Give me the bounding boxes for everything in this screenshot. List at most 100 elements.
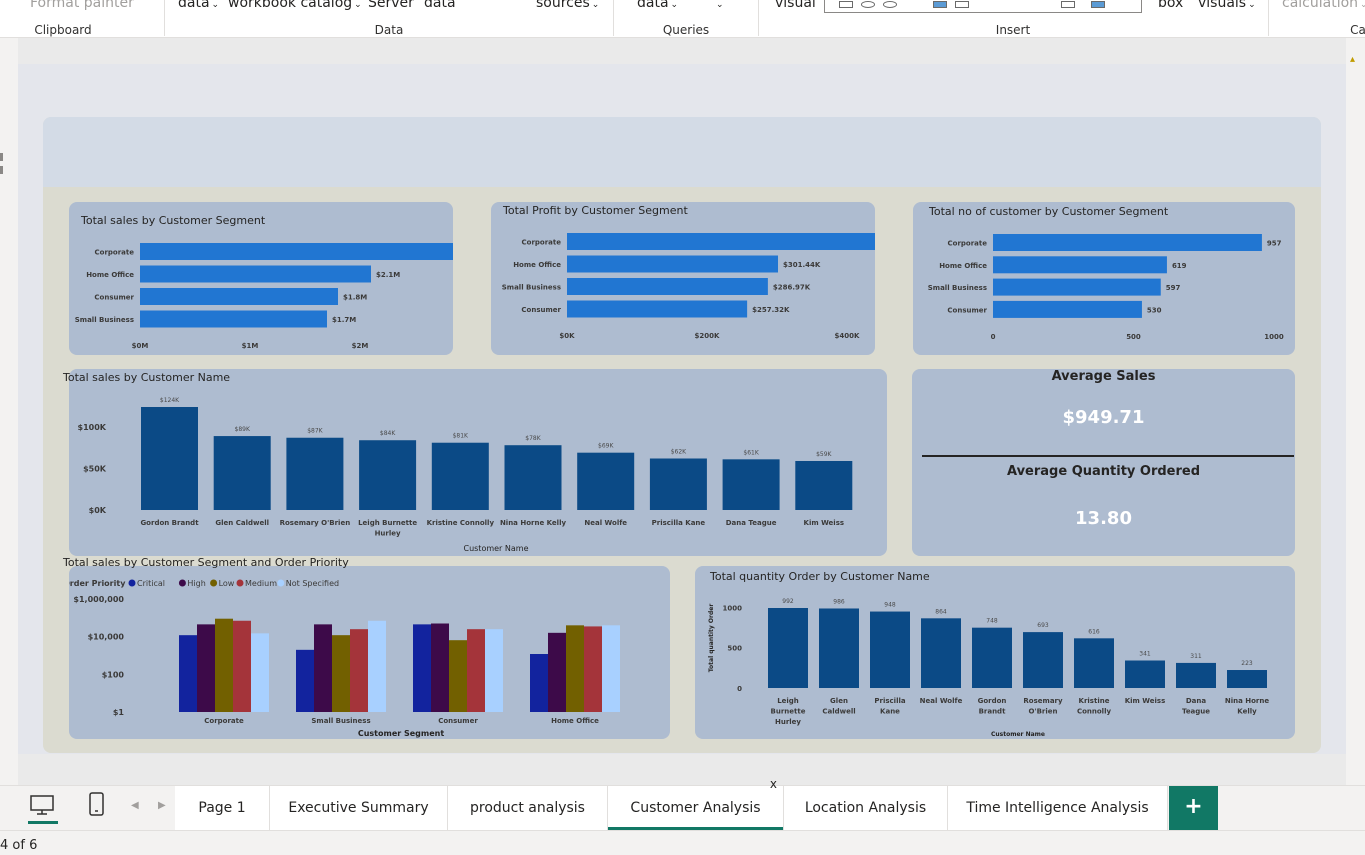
ribbon-button-visuals[interactable]: visuals ⌄	[1198, 0, 1256, 11]
ribbon-button-format-painter[interactable]: Format painter	[30, 0, 134, 11]
profit-by-segment-chart[interactable]: Corporate$466.71KHome Office$301.44KSmal…	[491, 202, 937, 355]
data-label: $89K	[235, 426, 251, 433]
ribbon-group-queries: Queries	[662, 23, 710, 37]
tab-label: Customer Analysis	[630, 800, 761, 816]
ribbon-button-dropdown[interactable]: ⌄	[714, 0, 724, 11]
bar	[359, 440, 417, 510]
ribbon-button-visual[interactable]: visual	[775, 0, 816, 11]
category-label-line: Kristine Connolly	[427, 519, 495, 527]
card-kpis[interactable]: Average Sales $949.71 Average Quantity O…	[912, 369, 1295, 556]
sales-by-customer-chart[interactable]: $0K $50K $100K $124K Gordon Brandt $89K Glen C…	[62, 369, 887, 556]
category-label-line: Rosemary O'Brien	[280, 519, 351, 527]
add-page-button[interactable]: +	[1169, 786, 1218, 830]
data-label: 992	[782, 598, 794, 605]
tab-time-intelligence-analysis[interactable]: Time Intelligence Analysis	[948, 786, 1168, 830]
bar	[449, 640, 467, 712]
sales-by-segment-priority-chart[interactable]: Order Priority Critical High Low Medium Not S…	[62, 566, 670, 739]
category-label: Rosemary O'Brien	[280, 519, 351, 527]
ribbon-button-sources[interactable]: sources ⌄	[536, 0, 599, 11]
tab-page-1[interactable]: Page 1	[175, 786, 270, 830]
bar	[1125, 660, 1165, 688]
scroll-right-icon[interactable]: ▶	[158, 800, 166, 811]
pane-collapse-icon[interactable]: ▴	[1350, 54, 1355, 65]
ribbon-button-data[interactable]: data ⌄	[178, 0, 219, 11]
ribbon-button-data[interactable]: data ⌄	[637, 0, 678, 11]
chevron-down-icon: ⌄	[716, 0, 724, 10]
data-label: $87K	[307, 428, 323, 435]
data-label: $61K	[743, 449, 759, 456]
card-sales-by-segment-priority[interactable]: Total sales by Customer Segment and Orde…	[62, 556, 670, 739]
category-label: Gordon Brandt	[978, 697, 1007, 716]
x-axis-label: Customer Segment	[358, 729, 445, 738]
category-label: Leigh Burnette Hurley	[358, 519, 417, 538]
category-label: Small Business	[928, 284, 987, 292]
bar	[1176, 662, 1216, 688]
report-page: Total sales by Customer Segment Corporat…	[43, 117, 1321, 753]
tab-location-analysis[interactable]: Location Analysis	[784, 786, 948, 830]
legend-title: Order Priority	[69, 579, 126, 588]
bar	[577, 452, 635, 510]
bar	[722, 459, 780, 510]
bar	[567, 233, 894, 250]
bar	[1023, 632, 1063, 688]
category-label: Kim Weiss	[1125, 697, 1166, 705]
scroll-left-icon[interactable]: ◀	[131, 800, 139, 811]
report-stage: Total sales by Customer Segment Corporat…	[18, 64, 1346, 754]
bar	[1074, 638, 1114, 688]
customers-by-segment-chart[interactable]: Corporate 957 Home Office 619 Small Business…	[913, 202, 1295, 355]
ribbon-button-label: data	[178, 0, 210, 11]
ribbon: Format painter data ⌄ workbook catalog ⌄ Serv…	[0, 0, 1365, 38]
data-label: $257.32K	[752, 306, 790, 314]
tab-customer-analysis[interactable]: Customer Analysis x	[608, 777, 784, 830]
tick-label: 500	[1126, 333, 1141, 341]
category-label: Corporate	[948, 240, 988, 248]
data-label: $69K	[598, 443, 614, 450]
ribbon-button-server[interactable]: Server	[368, 0, 414, 11]
visuals-gallery[interactable]	[824, 0, 1142, 13]
legend-entry: Low	[219, 579, 235, 588]
bar	[140, 288, 338, 305]
card-customers-by-segment[interactable]: Total no of customer by Customer Segment…	[913, 202, 1295, 355]
category-label-line: Gordon Brandt	[140, 519, 199, 527]
close-tab-icon[interactable]: x	[770, 774, 777, 794]
qty-by-customer-chart[interactable]: 0 500 1000 992 Leigh Burnette Hurley 986 Glen Cal…	[695, 566, 1295, 739]
chart-title: Total Profit by Customer Segment	[503, 204, 688, 217]
chevron-down-icon: ⌄	[591, 0, 600, 10]
ribbon-button-data[interactable]: data	[424, 0, 456, 11]
desktop-view-icon[interactable]	[28, 792, 58, 829]
ribbon-button-box[interactable]: box	[1158, 0, 1183, 11]
bar	[413, 624, 431, 712]
ribbon-button-workbook-catalog[interactable]: workbook catalog ⌄	[228, 0, 362, 11]
bar	[993, 278, 1161, 296]
ribbon-group-ca: Ca	[1350, 23, 1365, 37]
data-label: 616	[1088, 628, 1100, 635]
ribbon-separator	[758, 0, 759, 36]
category-label-line: Hurley	[775, 718, 801, 726]
bar	[993, 300, 1142, 318]
card-profit-by-segment[interactable]: Total Profit by Customer Segment Corpora…	[491, 202, 937, 355]
tab-executive-summary[interactable]: Executive Summary	[270, 786, 448, 830]
tab-product-analysis[interactable]: product analysis	[448, 786, 608, 830]
report-header-band	[43, 117, 1321, 187]
bar	[870, 611, 910, 688]
ribbon-button-label: data	[637, 0, 669, 11]
bar	[467, 629, 485, 712]
category-label-line: Nina Horne Kelly	[500, 519, 567, 527]
chevron-down-icon: ⌄	[1248, 0, 1256, 10]
mobile-view-icon[interactable]	[88, 792, 106, 823]
ribbon-button-label: Format painter	[30, 0, 134, 11]
category-label-line: Priscilla	[874, 697, 905, 705]
right-pane: ▴	[1346, 38, 1365, 785]
bar	[972, 627, 1012, 688]
tick-label: $10,000	[88, 633, 125, 642]
card-qty-by-customer[interactable]: Total quantity Order by Customer Name 0 5…	[695, 566, 1295, 739]
ribbon-button-label: sources	[536, 0, 590, 11]
ribbon-group-data: Data	[374, 23, 404, 37]
tick-label: $1	[113, 708, 125, 717]
ribbon-button-calculation[interactable]: calculation⌄	[1282, 0, 1365, 11]
card-sales-by-segment[interactable]: Total sales by Customer Segment Corporat…	[69, 202, 532, 355]
bar	[649, 458, 707, 510]
category-label: Dana Teague	[1182, 697, 1210, 716]
category-label-line: Leigh	[777, 697, 799, 705]
card-sales-by-customer[interactable]: Total sales by Customer Name $0K $50K $100…	[62, 369, 887, 556]
